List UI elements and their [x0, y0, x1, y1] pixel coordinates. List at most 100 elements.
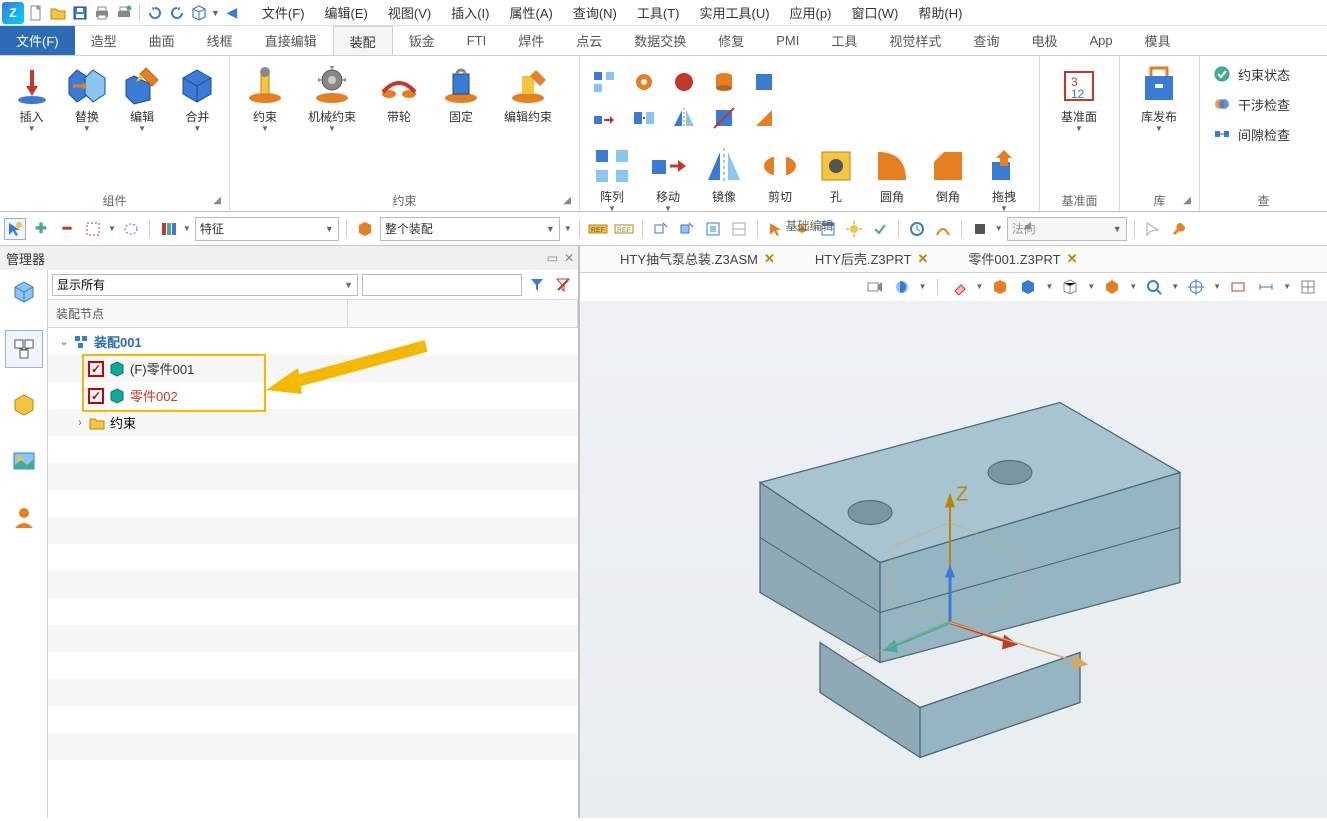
- library-publish-button[interactable]: 库发布▼: [1126, 60, 1192, 137]
- edit-constraint-button[interactable]: 编辑约束: [494, 60, 562, 128]
- tree-column-header[interactable]: 装配节点: [48, 300, 348, 327]
- view-tool-zoom[interactable]: [1143, 276, 1165, 298]
- group-launcher-icon[interactable]: ◢: [1183, 195, 1191, 206]
- cut-button[interactable]: 剪切: [754, 140, 806, 217]
- save-icon[interactable]: [70, 3, 90, 23]
- doc-tab-3[interactable]: 零件001.Z3PRT✕: [968, 249, 1077, 268]
- side-tab-user[interactable]: [5, 498, 43, 536]
- view-tool-2[interactable]: [891, 276, 913, 298]
- view-tool-1[interactable]: [863, 276, 885, 298]
- view-tool-cube1[interactable]: [989, 276, 1011, 298]
- panel-minimize-icon[interactable]: ▭: [547, 251, 558, 265]
- ribbon-tab-assembly[interactable]: 装配: [333, 26, 393, 55]
- tree-row-part1[interactable]: ✓ (F)零件001: [48, 355, 578, 382]
- merge-button[interactable]: 合并 ▼: [172, 60, 223, 137]
- ribbon-tab-directedit[interactable]: 直接编辑: [249, 26, 333, 55]
- close-icon[interactable]: ✕: [1067, 251, 1078, 267]
- ribbon-tab-mold[interactable]: 模具: [1129, 26, 1187, 55]
- undo-icon[interactable]: [145, 3, 165, 23]
- group-launcher-icon[interactable]: ◢: [563, 195, 571, 206]
- cursor3-icon[interactable]: [1142, 218, 1164, 240]
- ribbon-tab-repair[interactable]: 修复: [702, 26, 760, 55]
- view-tool-cube2[interactable]: [1017, 276, 1039, 298]
- side-tab-image[interactable]: [5, 442, 43, 480]
- tree-row-root[interactable]: ⌄ 装配001: [48, 328, 578, 355]
- arrow-small-icon[interactable]: [586, 102, 622, 134]
- select-cursor-icon[interactable]: [4, 218, 26, 240]
- cylinder-small-icon[interactable]: [706, 66, 742, 98]
- ribbon-tab-visualstyle[interactable]: 视觉样式: [873, 26, 957, 55]
- datum-plane-button[interactable]: 312 基准面▼: [1046, 60, 1112, 137]
- checkbox-icon[interactable]: ✓: [88, 361, 104, 377]
- gap-check-button[interactable]: 间隙检查: [1206, 120, 1296, 148]
- scope-icon[interactable]: [354, 218, 376, 240]
- tree-search-input[interactable]: [362, 274, 522, 296]
- ribbon-tab-wireframe[interactable]: 线框: [191, 26, 249, 55]
- print-icon[interactable]: [92, 3, 112, 23]
- view-tool-hex[interactable]: [1101, 276, 1123, 298]
- ribbon-tab-tools[interactable]: 工具: [815, 26, 873, 55]
- view-tool-wireframe[interactable]: [1059, 276, 1081, 298]
- tree-row-part2[interactable]: ✓ 零件002: [48, 382, 578, 409]
- select-box-icon[interactable]: [82, 218, 104, 240]
- close-icon[interactable]: ✕: [764, 251, 775, 267]
- mech-constraint-button[interactable]: 机械约束 ▼: [298, 60, 366, 137]
- chamfer-button[interactable]: 倒角: [922, 140, 974, 217]
- expand-icon[interactable]: ›: [72, 417, 88, 429]
- side-tab-parts[interactable]: [5, 274, 43, 312]
- menu-file[interactable]: 文件(F): [254, 1, 313, 24]
- select-lasso-icon[interactable]: [120, 218, 142, 240]
- redo-icon[interactable]: [167, 3, 187, 23]
- replace-button[interactable]: 替换 ▼: [61, 60, 112, 137]
- doc-tab-1[interactable]: HTY抽气泵总装.Z3ASM✕: [620, 249, 775, 268]
- expand-icon[interactable]: ⌄: [56, 335, 72, 348]
- mirror-small-icon[interactable]: [666, 102, 702, 134]
- move-button[interactable]: 移动▼: [642, 140, 694, 217]
- belt-button[interactable]: 带轮: [370, 60, 428, 128]
- filter-type-dropdown[interactable]: 特征 ▼: [195, 217, 339, 241]
- view-tool-target[interactable]: [1185, 276, 1207, 298]
- side-tab-solid[interactable]: [5, 386, 43, 424]
- spanner-icon[interactable]: [1168, 218, 1190, 240]
- ribbon-tab-modeling[interactable]: 造型: [75, 26, 133, 55]
- gear-small-icon[interactable]: [626, 66, 662, 98]
- edit-button[interactable]: 编辑 ▼: [117, 60, 168, 137]
- view-tool-measure[interactable]: [1255, 276, 1277, 298]
- tree-filter-dropdown[interactable]: 显示所有 ▼: [52, 274, 358, 296]
- menu-utilities[interactable]: 实用工具(U): [692, 1, 778, 24]
- interference-check-button[interactable]: 干涉检查: [1206, 90, 1296, 118]
- ribbon-tab-file[interactable]: 文件(F): [0, 26, 75, 55]
- hole-button[interactable]: 孔: [810, 140, 862, 217]
- menu-help[interactable]: 帮助(H): [910, 1, 970, 24]
- ribbon-tab-app[interactable]: App: [1073, 26, 1128, 55]
- pattern-button[interactable]: 阵列▼: [586, 140, 638, 217]
- constraint-state-button[interactable]: 约束状态: [1206, 60, 1296, 88]
- ribbon-tab-query[interactable]: 查询: [957, 26, 1015, 55]
- menu-window[interactable]: 窗口(W): [843, 1, 906, 24]
- funnel-icon[interactable]: [526, 274, 548, 296]
- minus-icon[interactable]: ━: [56, 218, 78, 240]
- sphere-small-icon[interactable]: [666, 66, 702, 98]
- slice-small-icon[interactable]: [706, 102, 742, 134]
- back-icon[interactable]: ◀: [222, 3, 242, 23]
- menu-view[interactable]: 视图(V): [380, 1, 439, 24]
- ribbon-tab-fti[interactable]: FTI: [451, 26, 503, 55]
- print-multi-icon[interactable]: [114, 3, 134, 23]
- clear-filter-icon[interactable]: [552, 274, 574, 296]
- ribbon-tab-pointcloud[interactable]: 点云: [560, 26, 618, 55]
- menu-app[interactable]: 应用(p): [782, 1, 840, 24]
- scope-dropdown[interactable]: 整个装配 ▼: [380, 217, 560, 241]
- menu-query[interactable]: 查询(N): [565, 1, 625, 24]
- mirror-button[interactable]: 镜像: [698, 140, 750, 217]
- menu-insert[interactable]: 插入(I): [443, 1, 497, 24]
- fix-button[interactable]: 固定: [432, 60, 490, 128]
- ribbon-tab-electrode[interactable]: 电极: [1015, 26, 1073, 55]
- menu-attr[interactable]: 属性(A): [502, 1, 561, 24]
- new-file-icon[interactable]: [26, 3, 46, 23]
- insert-button[interactable]: 插入 ▼: [6, 60, 57, 137]
- group-launcher-icon[interactable]: ◢: [213, 195, 221, 206]
- ribbon-tab-surface[interactable]: 曲面: [133, 26, 191, 55]
- group-launcher-icon[interactable]: ◢: [1023, 220, 1031, 231]
- ribbon-tab-sheetmetal[interactable]: 钣金: [393, 26, 451, 55]
- open-icon[interactable]: [48, 3, 68, 23]
